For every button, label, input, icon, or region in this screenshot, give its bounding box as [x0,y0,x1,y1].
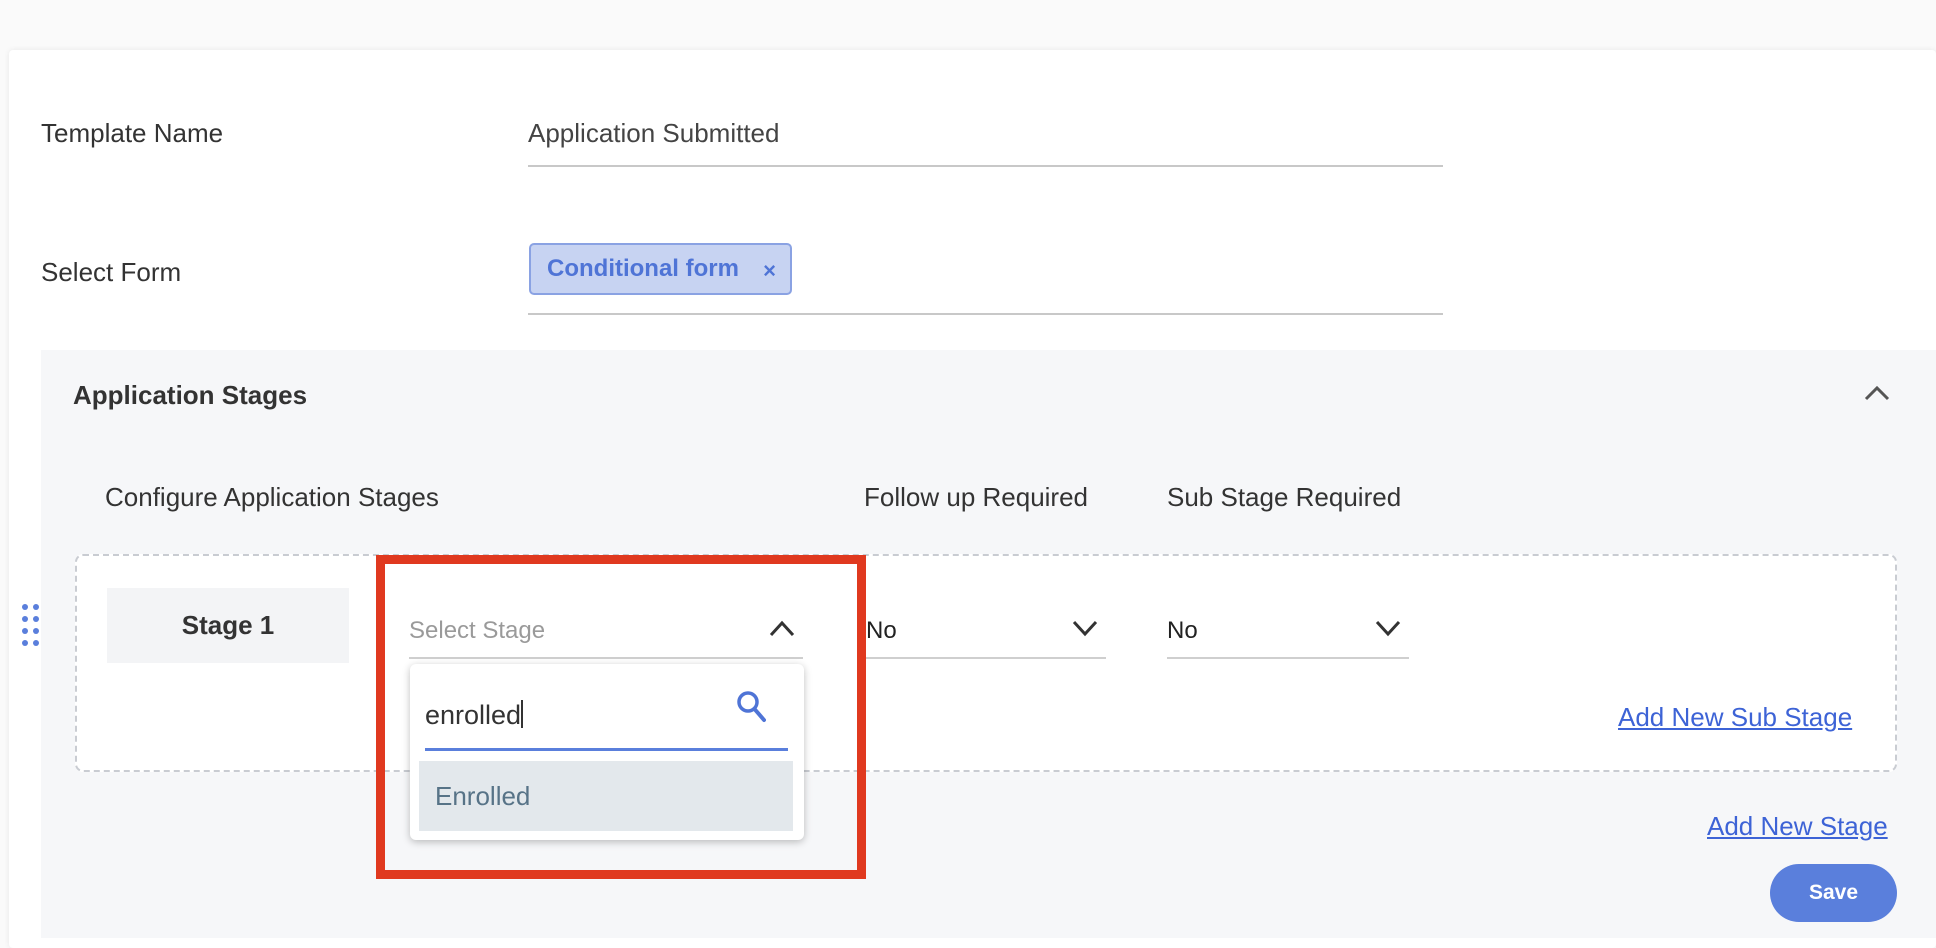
stage-dropdown-menu: enrolled Enrolled [410,664,804,840]
stage-name-box: Stage 1 [107,588,349,663]
application-stages-title: Application Stages [73,380,308,410]
search-underline [425,748,788,751]
selected-form-chip-label: Conditional form [547,255,739,282]
template-name-input[interactable]: Application Submitted [528,118,779,149]
substage-select-value: No [1167,617,1198,644]
chevron-down-icon[interactable] [1072,619,1098,637]
stage-select-placeholder: Select Stage [409,617,546,644]
drag-handle-icon[interactable] [21,603,41,647]
stage-select[interactable]: Select Stage [409,607,803,659]
substage-select-underline [1167,657,1409,659]
chevron-up-icon[interactable] [769,619,795,637]
followup-select[interactable]: No [866,607,1106,659]
stage-search-value: enrolled [425,700,522,730]
substage-select[interactable]: No [1167,607,1409,659]
add-sub-stage-link[interactable]: Add New Sub Stage [1618,702,1852,733]
save-button[interactable]: Save [1770,864,1897,922]
template-name-label: Template Name [41,118,224,148]
followup-select-value: No [866,617,897,644]
chevron-up-icon[interactable] [1862,380,1892,406]
selected-form-chip: Conditional form × [529,243,792,295]
substage-header: Sub Stage Required [1167,482,1402,512]
dropdown-option-label: Enrolled [435,780,531,811]
stage-row [75,554,1897,772]
stage-search-input[interactable]: enrolled [425,700,524,731]
select-form-underline [528,313,1443,315]
dropdown-option-enrolled[interactable]: Enrolled [419,761,793,831]
stage-select-underline [409,657,803,659]
stage-name-label: Stage 1 [181,610,275,640]
save-button-label: Save [1808,881,1859,904]
template-name-underline [528,165,1443,167]
chip-remove-icon[interactable]: × [763,258,776,284]
configure-stages-header: Configure Application Stages [105,482,439,512]
chevron-down-icon[interactable] [1375,619,1401,637]
followup-select-underline [866,657,1106,659]
search-icon[interactable] [736,690,766,724]
text-caret [521,700,524,728]
select-form-label: Select Form [41,257,182,287]
followup-header: Follow up Required [864,482,1089,512]
add-stage-link[interactable]: Add New Stage [1707,811,1888,842]
